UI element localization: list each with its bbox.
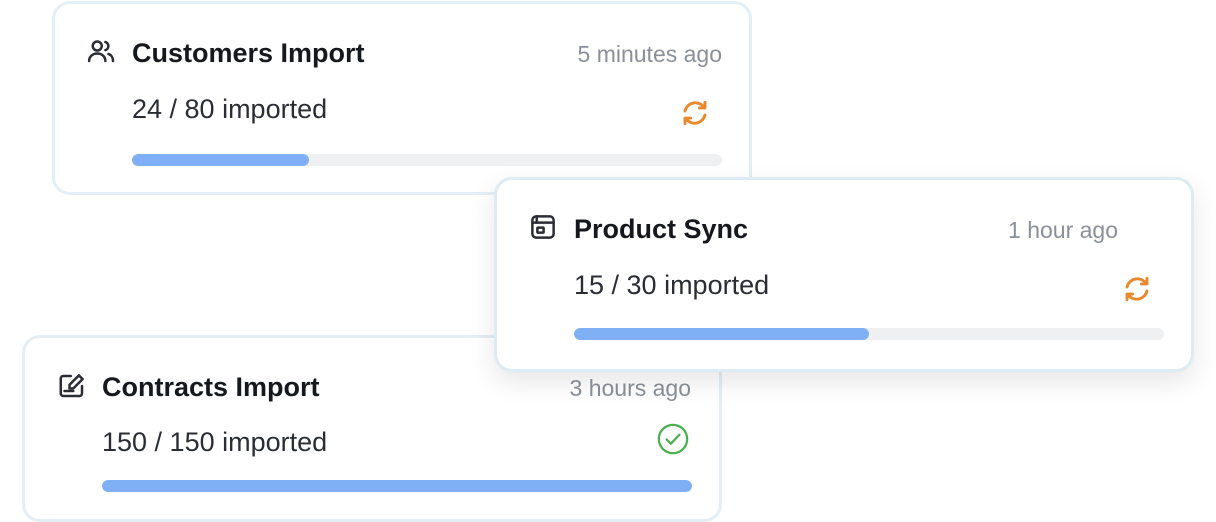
progress-fill: [574, 328, 869, 340]
import-count: 150 / 150 imported: [102, 427, 328, 457]
import-card-product-sync[interactable]: Product Sync 1 hour ago 15 / 30 imported: [494, 177, 1194, 372]
sync-icon: [1125, 276, 1149, 302]
import-time: 3 hours ago: [569, 375, 691, 401]
sync-icon: [683, 100, 707, 126]
import-count: 15 / 30 imported: [574, 270, 770, 300]
import-title: Product Sync: [574, 214, 749, 244]
import-count: 24 / 80 imported: [132, 94, 328, 124]
users-icon: [87, 40, 115, 63]
progress-bar: [132, 154, 722, 166]
progress-bar: [102, 480, 692, 492]
import-time: 1 hour ago: [1008, 217, 1118, 243]
progress-fill: [102, 480, 692, 492]
progress-bar: [574, 328, 1164, 340]
import-card-customers[interactable]: Customers Import 5 minutes ago 24 / 80 i…: [52, 1, 752, 195]
package-icon: [531, 215, 555, 239]
import-title: Customers Import: [132, 38, 365, 68]
import-title: Contracts Import: [102, 372, 320, 402]
check-circle-icon: [657, 423, 689, 455]
progress-fill: [132, 154, 309, 166]
signature-icon: [59, 374, 84, 398]
import-time: 5 minutes ago: [577, 41, 722, 67]
